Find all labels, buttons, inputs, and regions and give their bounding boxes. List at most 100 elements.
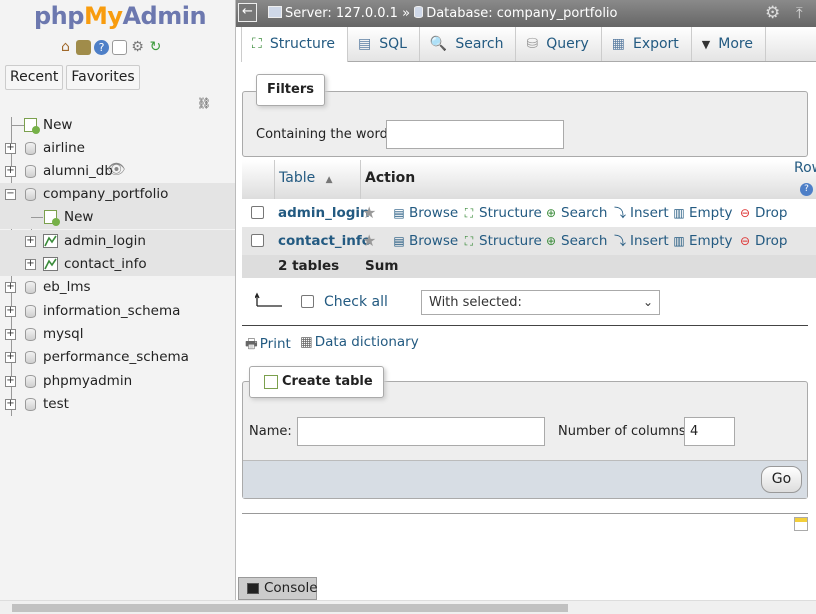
tree-item-company-portfolio[interactable]: − company_portfolio <box>0 183 235 206</box>
tab-recent[interactable]: Recent <box>5 65 64 90</box>
tab-label: Structure <box>269 36 335 52</box>
navigation-panel: phpMyAdmin ⌂ ? ⚙ ↻ Recent Favorites ⛓ Ne… <box>0 0 236 600</box>
table-name-link[interactable]: admin_login <box>278 199 370 227</box>
print-link[interactable]: 🖶 Print <box>245 334 291 357</box>
structure-icon: ⛶ <box>252 36 262 52</box>
logo-admin: Admin <box>122 2 207 30</box>
tree-item-alumni-db[interactable]: + alumni_db 👁 <box>0 158 235 183</box>
browse-icon: ▤ <box>393 234 405 248</box>
table-column-header[interactable]: Table ▲ <box>279 170 333 186</box>
phpmyadmin-logo[interactable]: phpMyAdmin <box>34 2 207 30</box>
expand-icon[interactable]: + <box>5 306 16 317</box>
horizontal-scrollbar[interactable] <box>0 600 816 614</box>
tree-item-admin-login[interactable]: + admin_login <box>0 230 235 253</box>
browse-action[interactable]: ▤ Browse <box>392 199 458 227</box>
structure-action[interactable]: ⛶ Structure <box>462 199 542 227</box>
tree-item-mysql[interactable]: + mysql <box>0 323 235 346</box>
tab-sql[interactable]: ▤ SQL <box>348 27 420 61</box>
server-icon <box>268 6 282 18</box>
database-icon <box>25 305 36 318</box>
row-checkbox[interactable] <box>251 206 264 219</box>
search-icon: ⊕ <box>545 206 557 220</box>
row-checkbox[interactable] <box>251 234 264 247</box>
action-label: Drop <box>755 233 788 249</box>
action-label: Empty <box>689 233 733 249</box>
empty-action[interactable]: ▥ Empty <box>672 199 732 227</box>
number-of-columns-input[interactable]: 4 <box>684 417 735 446</box>
drop-action[interactable]: ⊖ Drop <box>738 227 788 255</box>
breadcrumb-server[interactable]: Server: 127.0.0.1 <box>285 6 398 21</box>
query-icon: ⛁ <box>526 35 539 52</box>
collapse-icon[interactable]: − <box>5 189 16 200</box>
export-icon: ▦ <box>611 35 625 52</box>
table-column-label: Table <box>279 170 316 186</box>
gear-icon[interactable]: ⚙ <box>765 0 780 27</box>
expand-icon[interactable]: + <box>5 399 16 410</box>
help-icon[interactable]: ? <box>94 40 109 55</box>
eye-icon[interactable]: 👁 <box>107 158 126 181</box>
structure-action[interactable]: ⛶ Structure <box>462 227 542 255</box>
search-action[interactable]: ⊕ Search <box>544 199 607 227</box>
tree-item-new-table[interactable]: New <box>0 206 235 229</box>
data-dictionary-link[interactable]: ▦ Data dictionary <box>300 334 419 350</box>
tree-item-contact-info[interactable]: + contact_info <box>0 253 235 276</box>
page-settings-icon[interactable] <box>794 517 808 531</box>
breadcrumb-database[interactable]: Database: company_portfolio <box>426 6 617 21</box>
divider <box>242 513 808 514</box>
scrollbar-thumb[interactable] <box>12 604 568 612</box>
favorite-star-icon[interactable]: ★ <box>362 199 376 227</box>
tab-structure[interactable]: ⛶ Structure <box>241 27 348 62</box>
home-icon[interactable]: ⌂ <box>58 40 73 55</box>
reload-icon[interactable]: ↻ <box>148 40 163 55</box>
tree-item-test[interactable]: + test <box>0 393 235 416</box>
tree-item-label: airline <box>43 140 85 156</box>
table-name-input[interactable] <box>297 417 545 446</box>
expand-icon[interactable]: + <box>25 236 36 247</box>
tree-item-performance-schema[interactable]: + performance_schema <box>0 346 235 369</box>
tree-item-airline[interactable]: + airline <box>0 137 235 160</box>
new-icon <box>44 210 60 226</box>
tab-more[interactable]: ▼ More <box>692 27 766 61</box>
check-all-label[interactable]: Check all <box>324 294 388 310</box>
with-selected-value: With selected: <box>429 295 522 310</box>
check-all-checkbox[interactable] <box>301 295 314 308</box>
tab-export[interactable]: ▦ Export <box>602 27 692 61</box>
expand-icon[interactable]: + <box>5 166 16 177</box>
create-table-footer <box>243 460 807 498</box>
rows-column-header[interactable]: Row <box>794 160 816 176</box>
filter-input[interactable] <box>386 120 564 149</box>
expand-icon[interactable]: + <box>5 282 16 293</box>
column-divider <box>274 160 275 200</box>
tree-item-phpmyadmin[interactable]: + phpmyadmin <box>0 370 235 393</box>
go-button[interactable]: Go <box>761 466 802 493</box>
collapse-icon[interactable]: ⤒ <box>796 0 803 27</box>
browse-action[interactable]: ▤ Browse <box>392 227 458 255</box>
logout-icon[interactable] <box>76 40 91 55</box>
expand-icon[interactable]: + <box>5 376 16 387</box>
drop-action[interactable]: ⊖ Drop <box>738 199 788 227</box>
tab-query[interactable]: ⛁ Query <box>516 27 602 61</box>
tab-favorites[interactable]: Favorites <box>66 65 140 90</box>
insert-action[interactable]: ⤵ Insert <box>613 227 669 255</box>
link-icon[interactable]: ⛓ <box>197 97 211 110</box>
expand-icon[interactable]: + <box>5 143 16 154</box>
back-arrow-icon[interactable]: ← <box>238 3 257 22</box>
tab-search[interactable]: 🔍 Search <box>420 27 517 61</box>
console-button[interactable]: Console <box>238 577 318 600</box>
help-icon[interactable]: ? <box>800 183 813 196</box>
tab-label: SQL <box>379 35 407 52</box>
tree-item-new[interactable]: New <box>0 114 235 137</box>
settings-icon[interactable]: ⚙ <box>130 40 145 55</box>
docs-icon[interactable] <box>112 40 127 55</box>
table-name-link[interactable]: contact_info <box>278 227 371 255</box>
expand-icon[interactable]: + <box>5 352 16 363</box>
favorite-star-icon[interactable]: ★ <box>362 227 376 255</box>
insert-action[interactable]: ⤵ Insert <box>613 199 669 227</box>
with-selected-dropdown[interactable]: With selected: ⌄ <box>421 290 660 315</box>
expand-icon[interactable]: + <box>5 329 16 340</box>
search-action[interactable]: ⊕ Search <box>544 227 607 255</box>
expand-icon[interactable]: + <box>25 259 36 270</box>
empty-action[interactable]: ▥ Empty <box>672 227 733 255</box>
tree-item-eb-lms[interactable]: + eb_lms <box>0 276 235 299</box>
tree-item-information-schema[interactable]: + information_schema <box>0 300 235 323</box>
